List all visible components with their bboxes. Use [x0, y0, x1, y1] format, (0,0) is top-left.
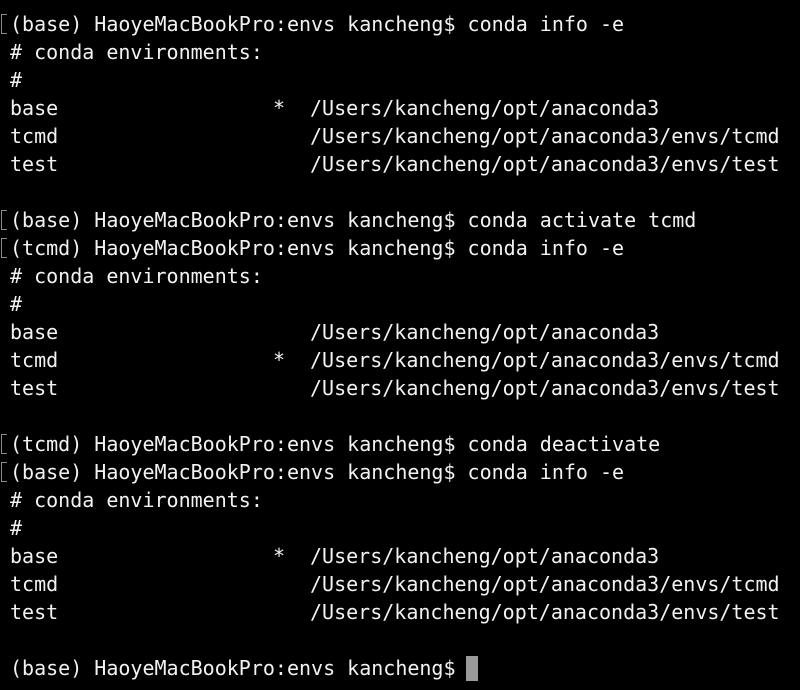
env-row: tcmd/Users/kancheng/opt/anaconda3/envs/t…	[0, 570, 800, 598]
command-text: (base) HaoyeMacBookPro:envs kancheng$ co…	[10, 12, 625, 36]
env-name: test	[10, 152, 59, 176]
env-row: tcmd * /Users/kancheng/opt/anaconda3/envs/…	[0, 346, 800, 374]
env-row: base/Users/kancheng/opt/anaconda3	[0, 318, 800, 346]
env-row: test/Users/kancheng/opt/anaconda3/envs/t…	[0, 374, 800, 402]
active-env-marker: *	[273, 348, 286, 372]
env-row: test/Users/kancheng/opt/anaconda3/envs/t…	[0, 150, 800, 178]
command-text: (tcmd) HaoyeMacBookPro:envs kancheng$ co…	[10, 236, 625, 260]
command-mark-icon	[1, 14, 7, 34]
command-line: (tcmd) HaoyeMacBookPro:envs kancheng$ co…	[0, 430, 800, 458]
env-path: /Users/kancheng/opt/anaconda3	[310, 96, 660, 120]
cursor-block[interactable]	[466, 656, 478, 681]
env-path: /Users/kancheng/opt/anaconda3/envs/test	[310, 376, 780, 400]
env-path: /Users/kancheng/opt/anaconda3/envs/tcmd	[310, 348, 780, 372]
command-line: (tcmd) HaoyeMacBookPro:envs kancheng$ co…	[0, 234, 800, 262]
command-mark-icon	[1, 210, 7, 230]
command-mark-icon	[1, 434, 7, 454]
command-text: (tcmd) HaoyeMacBookPro:envs kancheng$ co…	[10, 432, 661, 456]
command-mark-icon	[1, 462, 7, 482]
env-row: base * /Users/kancheng/opt/anaconda3	[0, 94, 800, 122]
output-text: #	[10, 292, 23, 316]
env-path: /Users/kancheng/opt/anaconda3/envs/tcmd	[310, 572, 780, 596]
output-line: #	[0, 290, 800, 318]
env-name: tcmd	[10, 348, 59, 372]
prompt-text: (base) HaoyeMacBookPro:envs kancheng$	[10, 656, 468, 680]
output-text: #	[10, 68, 23, 92]
output-text: # conda environments:	[10, 264, 263, 288]
terminal-output[interactable]: (base) HaoyeMacBookPro:envs kancheng$ co…	[0, 10, 800, 690]
output-text: #	[10, 516, 23, 540]
env-row: base * /Users/kancheng/opt/anaconda3	[0, 542, 800, 570]
command-line: (base) HaoyeMacBookPro:envs kancheng$ co…	[0, 458, 800, 486]
output-line: # conda environments:	[0, 38, 800, 66]
env-path: /Users/kancheng/opt/anaconda3/envs/tcmd	[310, 124, 780, 148]
output-line: # conda environments:	[0, 486, 800, 514]
env-path: /Users/kancheng/opt/anaconda3/envs/test	[310, 600, 780, 624]
active-prompt-line: (base) HaoyeMacBookPro:envs kancheng$	[0, 654, 800, 682]
env-name: tcmd	[10, 572, 59, 596]
env-row: test/Users/kancheng/opt/anaconda3/envs/t…	[0, 598, 800, 626]
env-name: base	[10, 544, 59, 568]
command-line: (base) HaoyeMacBookPro:envs kancheng$ co…	[0, 206, 800, 234]
env-path: /Users/kancheng/opt/anaconda3	[310, 320, 660, 344]
command-text: (base) HaoyeMacBookPro:envs kancheng$ co…	[10, 460, 625, 484]
command-text: (base) HaoyeMacBookPro:envs kancheng$ co…	[10, 208, 697, 232]
output-line: #	[0, 514, 800, 542]
active-env-marker: *	[273, 96, 286, 120]
env-name: test	[10, 376, 59, 400]
command-mark-icon	[1, 238, 7, 258]
env-name: test	[10, 600, 59, 624]
output-text: # conda environments:	[10, 40, 263, 64]
env-name: base	[10, 96, 59, 120]
command-line: (base) HaoyeMacBookPro:envs kancheng$ co…	[0, 10, 800, 38]
output-line: # conda environments:	[0, 262, 800, 290]
env-name: base	[10, 320, 59, 344]
output-line: #	[0, 66, 800, 94]
env-path: /Users/kancheng/opt/anaconda3/envs/test	[310, 152, 780, 176]
env-row: tcmd/Users/kancheng/opt/anaconda3/envs/t…	[0, 122, 800, 150]
output-text: # conda environments:	[10, 488, 263, 512]
env-path: /Users/kancheng/opt/anaconda3	[310, 544, 660, 568]
active-env-marker: *	[273, 544, 286, 568]
env-name: tcmd	[10, 124, 59, 148]
